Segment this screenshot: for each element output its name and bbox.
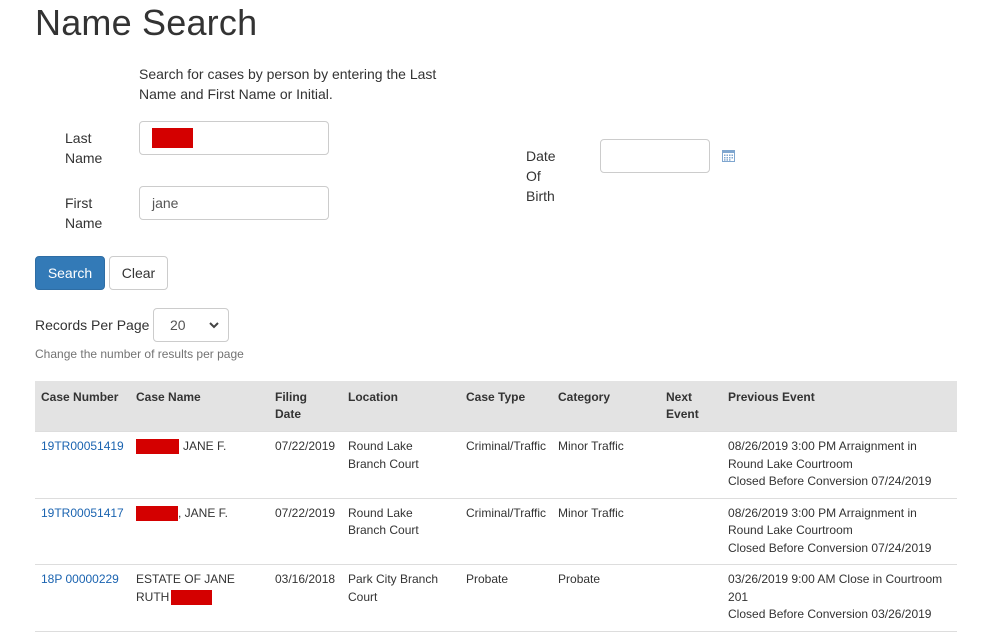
col-next-event[interactable]: Next Event <box>660 381 722 432</box>
case-type: Probate <box>460 564 553 632</box>
case-number-link[interactable]: 18P 00000229 <box>41 572 119 586</box>
previous-event: 08/26/2019 3:00 PM Arraignment in Round … <box>722 431 957 498</box>
chevron-down-icon <box>209 322 219 329</box>
col-case-name[interactable]: Case Name <box>130 381 269 432</box>
case-number-link[interactable]: 19TR00051419 <box>41 439 124 453</box>
category: Probate <box>552 564 661 632</box>
filing-date: 03/16/2018 <box>269 564 342 632</box>
records-per-page-help: Change the number of results per page <box>35 347 244 361</box>
table-row: 19TR00051417 , JANE F. 07/22/2019 Round … <box>35 497 957 565</box>
intro-text: Search for cases by person by entering t… <box>139 66 437 102</box>
previous-event: 03/26/2019 9:00 AM Close in Courtroom 20… <box>722 564 957 632</box>
records-per-page-value: 20 <box>170 317 186 333</box>
case-number-link[interactable]: 19TR00051417 <box>41 506 124 520</box>
filing-date: 07/22/2019 <box>269 497 342 565</box>
case-type: Criminal/Traffic <box>460 431 553 498</box>
location: Park City Branch Court <box>342 564 460 632</box>
next-event <box>660 497 723 565</box>
first-name-label: First Name <box>65 195 103 231</box>
case-name: JANE F. <box>130 431 269 498</box>
category: Minor Traffic <box>552 497 661 565</box>
page-title: Name Search <box>35 2 258 43</box>
location: Round Lake Branch Court <box>342 497 460 565</box>
results-table: Case Number Case Name Filing Date Locati… <box>35 381 957 632</box>
filing-date: 07/22/2019 <box>269 431 342 498</box>
redacted-name <box>171 589 213 605</box>
redacted-name <box>136 439 179 455</box>
records-per-page-label: Records Per Page <box>35 317 150 333</box>
col-filing-date[interactable]: Filing Date <box>269 381 342 432</box>
dob-label: Date Of Birth <box>526 148 556 204</box>
first-name-input[interactable]: jane <box>139 186 329 220</box>
next-event <box>660 564 723 632</box>
table-row: 18P 00000229 ESTATE OF JANE RUTH 03/16/2… <box>35 564 957 632</box>
case-name: ESTATE OF JANE RUTH <box>130 564 269 632</box>
table-row: 19TR00051419 JANE F. 07/22/2019 Round La… <box>35 431 957 498</box>
col-location[interactable]: Location <box>342 381 460 432</box>
table-header-row: Case Number Case Name Filing Date Locati… <box>35 381 957 432</box>
records-per-page-select[interactable]: 20 <box>153 308 229 342</box>
last-name-label: Last Name <box>65 130 103 166</box>
col-case-number[interactable]: Case Number <box>35 381 130 432</box>
next-event <box>660 431 723 498</box>
case-name: , JANE F. <box>130 497 269 565</box>
calendar-icon[interactable] <box>722 150 735 162</box>
search-button[interactable]: Search <box>35 256 105 290</box>
redacted-value <box>152 128 193 148</box>
location: Round Lake Branch Court <box>342 431 460 498</box>
col-category[interactable]: Category <box>552 381 660 432</box>
category: Minor Traffic <box>552 431 661 498</box>
col-previous-event[interactable]: Previous Event <box>722 381 957 432</box>
clear-button[interactable]: Clear <box>109 256 168 290</box>
last-name-input[interactable] <box>139 121 329 155</box>
col-case-type[interactable]: Case Type <box>460 381 552 432</box>
previous-event: 08/26/2019 3:00 PM Arraignment in Round … <box>722 497 957 565</box>
redacted-name <box>136 505 178 521</box>
dob-input[interactable] <box>600 139 710 173</box>
case-type: Criminal/Traffic <box>460 497 553 565</box>
